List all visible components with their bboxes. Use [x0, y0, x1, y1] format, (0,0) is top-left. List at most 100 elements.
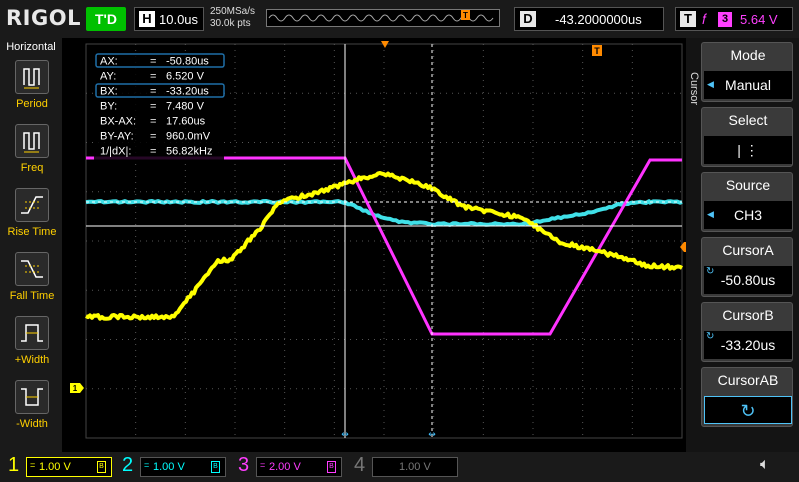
- grid-dot: [632, 140, 633, 141]
- grid-dot: [350, 339, 351, 340]
- grid-dot: [235, 266, 236, 267]
- grid-dot: [185, 266, 186, 267]
- grid-dot: [433, 272, 434, 273]
- grid-dot: [530, 339, 531, 340]
- grid-dot: [224, 241, 225, 242]
- grid-dot: [632, 74, 633, 75]
- grid-dot: [533, 416, 534, 417]
- grid-dot: [338, 388, 339, 389]
- readout-name: AY:: [100, 71, 116, 83]
- grid-dot: [334, 122, 335, 123]
- grid-dot: [572, 142, 573, 143]
- grid-dot: [433, 74, 434, 75]
- grid-dot: [284, 110, 285, 111]
- grid-dot: [185, 230, 186, 231]
- measure-fall-time-button[interactable]: Fall Time: [6, 252, 58, 302]
- mode-softkey[interactable]: Mode ◀ Manual: [701, 42, 793, 102]
- grid-dot: [235, 326, 236, 327]
- trigger-time-marker[interactable]: T: [592, 45, 602, 56]
- measurement-category[interactable]: Horizontal: [0, 41, 62, 53]
- grid-dot: [185, 410, 186, 411]
- grid-dot: [386, 191, 387, 192]
- cursor-b-handle-icon[interactable]: ↔: [428, 430, 436, 440]
- cursor-b-softkey[interactable]: CursorB ↻ -33.20us: [701, 302, 793, 362]
- cursor-ab-softkey[interactable]: CursorAB ↻: [701, 367, 793, 427]
- readout-name: BX-AX:: [100, 116, 136, 128]
- grid-dot: [116, 339, 117, 340]
- grid-dot: [384, 86, 385, 87]
- grid-dot: [533, 164, 534, 165]
- grid-dot: [632, 68, 633, 69]
- grid-dot: [235, 56, 236, 57]
- mode-value: Manual: [704, 71, 792, 99]
- cursor-a-softkey[interactable]: CursorA ↻ -50.80us: [701, 237, 793, 297]
- trigger-display[interactable]: T 𝑓 3 5.64 V: [675, 7, 793, 31]
- grid-dot: [104, 339, 105, 340]
- grid-dot: [533, 260, 534, 261]
- grid-dot: [590, 241, 591, 242]
- grid-dot: [235, 338, 236, 339]
- grid-dot: [596, 290, 597, 291]
- grid-dot: [374, 142, 375, 143]
- grid-dot: [135, 320, 136, 321]
- memory-overview-bar[interactable]: T: [266, 9, 500, 27]
- grid-dot: [272, 142, 273, 143]
- horizontal-timebase[interactable]: H 10.0us: [134, 7, 204, 31]
- grid-dot: [433, 374, 434, 375]
- measure-negative-width-button[interactable]: -Width: [6, 380, 58, 430]
- grid-dot: [533, 266, 534, 267]
- grid-dot: [235, 92, 236, 93]
- grid-dot: [185, 338, 186, 339]
- grid-dot: [135, 338, 136, 339]
- grid-dot: [235, 368, 236, 369]
- grid-dot: [135, 170, 136, 171]
- grid-dot: [384, 272, 385, 273]
- grid-dot: [483, 68, 484, 69]
- grid-dot: [284, 128, 285, 129]
- grid-dot: [92, 339, 93, 340]
- grid-dot: [433, 194, 434, 195]
- measure-period-button[interactable]: Period: [6, 60, 58, 110]
- grid-dot: [368, 93, 369, 94]
- measure-rise-time-button[interactable]: Rise Time: [6, 188, 58, 238]
- grid-dot: [334, 392, 335, 393]
- grid-dot: [620, 290, 621, 291]
- measure-frequency-button[interactable]: Freq: [6, 124, 58, 174]
- delay-display[interactable]: D -43.2000000us: [514, 7, 664, 31]
- grid-dot: [284, 224, 285, 225]
- speaker-mute-icon[interactable]: 🔈︎: [760, 456, 770, 474]
- cursor-a-handle-icon[interactable]: ↔: [341, 430, 349, 440]
- grid-dot: [170, 290, 171, 291]
- period-label: Period: [6, 98, 58, 110]
- grid-dot: [182, 339, 183, 340]
- grid-dot: [398, 290, 399, 291]
- grid-dot: [433, 62, 434, 63]
- grid-dot: [483, 182, 484, 183]
- grid-dot: [416, 142, 417, 143]
- grid-dot: [110, 339, 111, 340]
- grid-dot: [638, 388, 639, 389]
- grid-dot: [235, 68, 236, 69]
- grid-dot: [614, 241, 615, 242]
- grid-dot: [582, 236, 583, 237]
- frequency-label: Freq: [6, 162, 58, 174]
- run-status-badge[interactable]: T'D: [86, 7, 126, 31]
- waveform-display[interactable]: T T 1 ↔ ↔ AX:=-50.80usAY:=6.520 VBX:=-33…: [62, 38, 686, 452]
- grid-dot: [235, 278, 236, 279]
- grid-dot: [135, 308, 136, 309]
- grid-dot: [582, 68, 583, 69]
- grid-dot: [632, 146, 633, 147]
- grid-dot: [582, 416, 583, 417]
- grid-dot: [334, 410, 335, 411]
- grid-dot: [533, 56, 534, 57]
- grid-dot: [433, 44, 434, 45]
- select-softkey[interactable]: Select | ⋮: [701, 107, 793, 167]
- measure-positive-width-button[interactable]: +Width: [6, 316, 58, 366]
- source-softkey[interactable]: Source ◀ CH3: [701, 172, 793, 232]
- grid-dot: [135, 362, 136, 363]
- grid-dot: [212, 241, 213, 242]
- readout-name: 1/|dX|:: [100, 146, 131, 158]
- trigger-source-badge: 3: [718, 12, 732, 27]
- grid-dot: [620, 388, 621, 389]
- grid-dot: [135, 224, 136, 225]
